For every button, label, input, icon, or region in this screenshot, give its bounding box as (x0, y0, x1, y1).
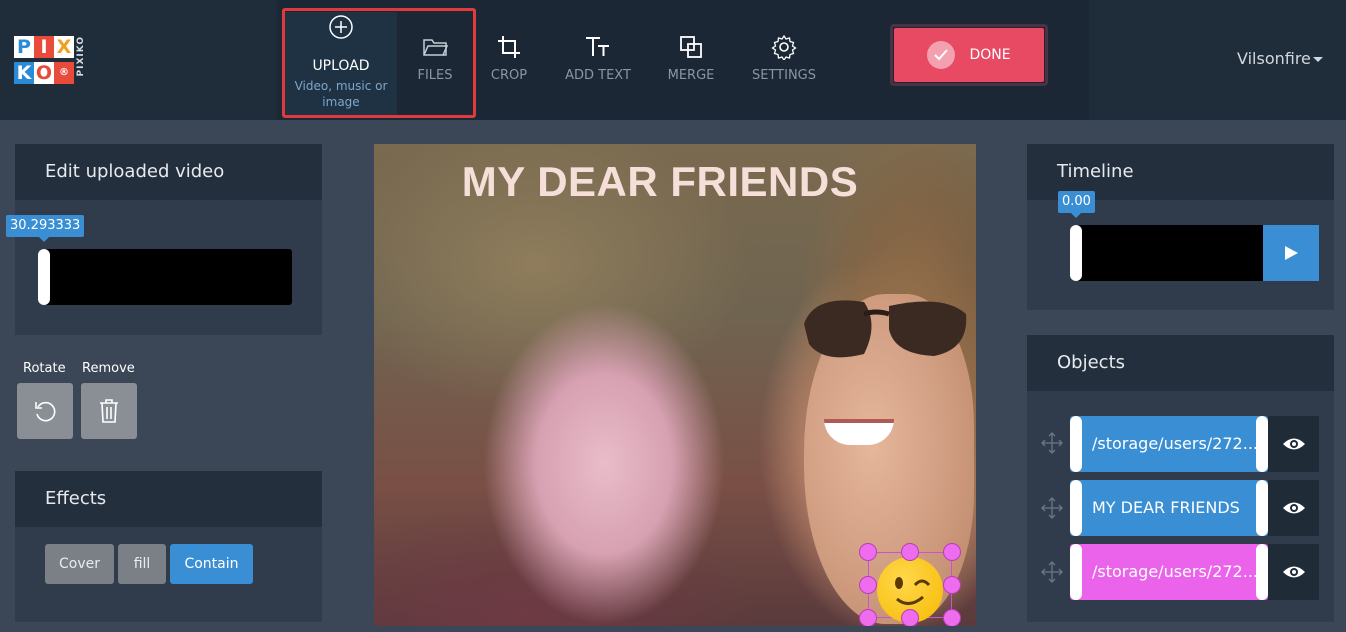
effect-cover-button[interactable]: Cover (45, 544, 114, 584)
rotate-button[interactable] (17, 383, 73, 439)
visibility-toggle[interactable] (1268, 480, 1319, 536)
logo-side-text: PIXIKO (76, 36, 86, 77)
resize-handle-top[interactable] (901, 543, 919, 561)
object-end-handle[interactable] (1256, 416, 1268, 472)
resize-handle-bottom-right[interactable] (943, 609, 961, 626)
merge-label: MERGE (667, 68, 715, 83)
emoji-sticker[interactable] (859, 543, 961, 626)
effects-title: Effects (15, 471, 322, 527)
resize-handle-left[interactable] (859, 576, 877, 594)
done-label: DONE (969, 47, 1011, 63)
drag-move-icon[interactable] (1041, 497, 1063, 519)
pixiko-logo[interactable]: P I X K O ® PIXIKO (14, 36, 88, 86)
overlay-text[interactable]: MY DEAR FRIENDS (374, 158, 946, 206)
trash-icon (100, 399, 118, 423)
drag-move-icon[interactable] (1041, 432, 1063, 454)
eye-icon (1282, 438, 1305, 450)
crop-label: CROP (490, 68, 528, 83)
eye-icon (1282, 502, 1305, 514)
user-menu[interactable]: Vilsonfire (1237, 49, 1323, 68)
logo-letter-mark: ® (54, 62, 74, 84)
resize-handle-right[interactable] (943, 576, 961, 594)
timeline-track[interactable] (1072, 225, 1264, 281)
add-text-label: ADD TEXT (565, 68, 631, 83)
objects-title: Objects (1027, 335, 1334, 391)
effect-fill-button[interactable]: fill (118, 544, 166, 584)
timeline-time-tooltip: 0.00 (1058, 191, 1095, 218)
gear-icon (750, 32, 818, 62)
settings-button[interactable]: SETTINGS (750, 32, 818, 83)
object-bar[interactable]: MY DEAR FRIENDS (1070, 480, 1268, 536)
remove-button[interactable] (81, 383, 137, 439)
edit-video-title: Edit uploaded video (15, 144, 322, 200)
object-bar[interactable]: /storage/users/272... (1070, 544, 1268, 600)
effect-contain-button[interactable]: Contain (170, 544, 253, 584)
merge-icon (664, 32, 718, 62)
visibility-toggle[interactable] (1268, 416, 1319, 472)
chevron-down-icon (1312, 57, 1323, 62)
video-trim-track[interactable] (40, 249, 292, 305)
checkmark-icon (927, 41, 956, 69)
object-start-handle[interactable] (1070, 480, 1082, 536)
crop-icon (486, 32, 532, 62)
rotate-icon (35, 401, 56, 422)
object-row[interactable]: MY DEAR FRIENDS (1070, 480, 1319, 536)
play-icon (1285, 246, 1298, 260)
object-row[interactable]: /storage/users/272... (1070, 544, 1319, 600)
visibility-toggle[interactable] (1268, 544, 1319, 600)
edit-video-panel: Edit uploaded video (15, 144, 322, 335)
crop-button[interactable]: CROP (486, 32, 532, 83)
video-preview-canvas[interactable]: MY DEAR FRIENDS (374, 144, 976, 626)
logo-letter-i: I (34, 36, 54, 58)
text-icon (562, 32, 634, 62)
object-start-handle[interactable] (1070, 416, 1082, 472)
play-button[interactable] (1263, 225, 1319, 281)
logo-letter-k: K (14, 62, 34, 84)
add-text-button[interactable]: ADD TEXT (562, 32, 634, 83)
logo-letter-o: O (34, 62, 54, 84)
rotate-label: Rotate (23, 361, 66, 376)
done-button[interactable]: DONE (894, 28, 1044, 82)
trim-handle[interactable] (38, 249, 50, 305)
object-end-handle[interactable] (1256, 480, 1268, 536)
edit-time-tooltip: 30.293333 (6, 215, 85, 242)
logo-letter-p: P (14, 36, 34, 58)
video-frame-sunglasses (804, 300, 967, 358)
resize-handle-top-right[interactable] (943, 543, 961, 561)
resize-handle-bottom[interactable] (901, 609, 919, 626)
timeline-playhead[interactable] (1070, 225, 1082, 281)
object-row[interactable]: /storage/users/272... (1070, 416, 1319, 472)
settings-label: SETTINGS (751, 68, 816, 83)
eye-icon (1282, 566, 1305, 578)
upload-files-highlight (282, 8, 476, 118)
remove-label: Remove (82, 361, 135, 376)
object-end-handle[interactable] (1256, 544, 1268, 600)
resize-handle-bottom-left[interactable] (859, 609, 877, 626)
merge-button[interactable]: MERGE (664, 32, 718, 83)
object-start-handle[interactable] (1070, 544, 1082, 600)
drag-move-icon[interactable] (1041, 561, 1063, 583)
resize-handle-top-left[interactable] (859, 543, 877, 561)
logo-letter-x: X (54, 36, 74, 58)
user-name: Vilsonfire (1237, 49, 1311, 68)
object-bar[interactable]: /storage/users/272... (1070, 416, 1268, 472)
